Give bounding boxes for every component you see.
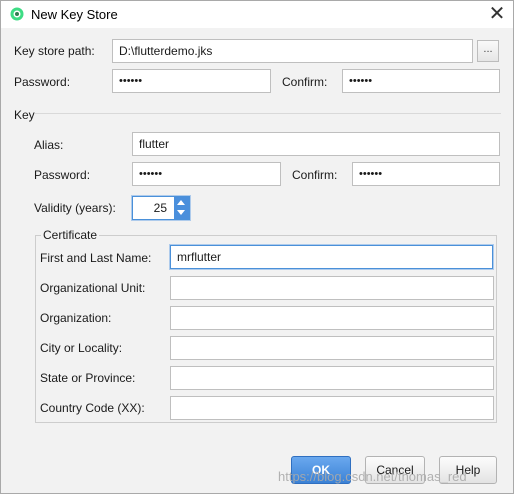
keystore-confirm-label: Confirm:: [282, 75, 328, 89]
key-section-label: Key: [14, 108, 35, 122]
cert-organization-field[interactable]: [170, 306, 494, 330]
cert-organization-label: Organization:: [40, 311, 112, 325]
key-confirm-field[interactable]: ••••••: [352, 162, 500, 186]
alias-label: Alias:: [34, 138, 64, 152]
cert-name-field[interactable]: mrflutter: [170, 245, 493, 269]
spinner-up-icon[interactable]: [177, 200, 185, 205]
cert-country-label: Country Code (XX):: [40, 401, 145, 415]
keystore-confirm-field[interactable]: ••••••: [342, 69, 500, 93]
browse-button[interactable]: ...: [477, 40, 499, 62]
validity-label: Validity (years):: [34, 201, 116, 215]
keystore-password-field[interactable]: ••••••: [112, 69, 271, 93]
title-bar: New Key Store ✕: [1, 1, 513, 28]
key-section-divider: [35, 113, 501, 114]
cert-org-unit-field[interactable]: [170, 276, 494, 300]
spinner-arrows-icon[interactable]: [174, 197, 189, 219]
certificate-legend: Certificate: [41, 228, 100, 242]
cert-state-label: State or Province:: [40, 371, 136, 385]
cert-city-label: City or Locality:: [40, 341, 123, 355]
cert-city-field[interactable]: [170, 336, 494, 360]
cert-state-field[interactable]: [170, 366, 494, 390]
keystore-path-label: Key store path:: [14, 44, 95, 58]
watermark-text: https://blog.csdn.net/thomas_red: [278, 469, 467, 484]
keystore-password-label: Password:: [14, 75, 71, 89]
cert-country-field[interactable]: [170, 396, 494, 420]
key-password-label: Password:: [34, 168, 91, 182]
key-password-field[interactable]: ••••••: [132, 162, 281, 186]
cert-name-label: First and Last Name:: [40, 251, 152, 265]
alias-field[interactable]: flutter: [132, 132, 500, 156]
dialog-window: New Key Store ✕ Key store path: D:\flutt…: [0, 0, 514, 494]
keystore-path-field[interactable]: D:\flutterdemo.jks: [112, 39, 473, 63]
cert-org-unit-label: Organizational Unit:: [40, 281, 146, 295]
spinner-down-icon[interactable]: [177, 210, 185, 215]
android-studio-icon: [10, 7, 24, 21]
key-confirm-label: Confirm:: [292, 168, 338, 182]
validity-spinner[interactable]: 25: [132, 196, 190, 220]
window-title: New Key Store: [31, 7, 118, 22]
validity-value: 25: [153, 201, 167, 215]
close-icon[interactable]: ✕: [483, 3, 511, 25]
